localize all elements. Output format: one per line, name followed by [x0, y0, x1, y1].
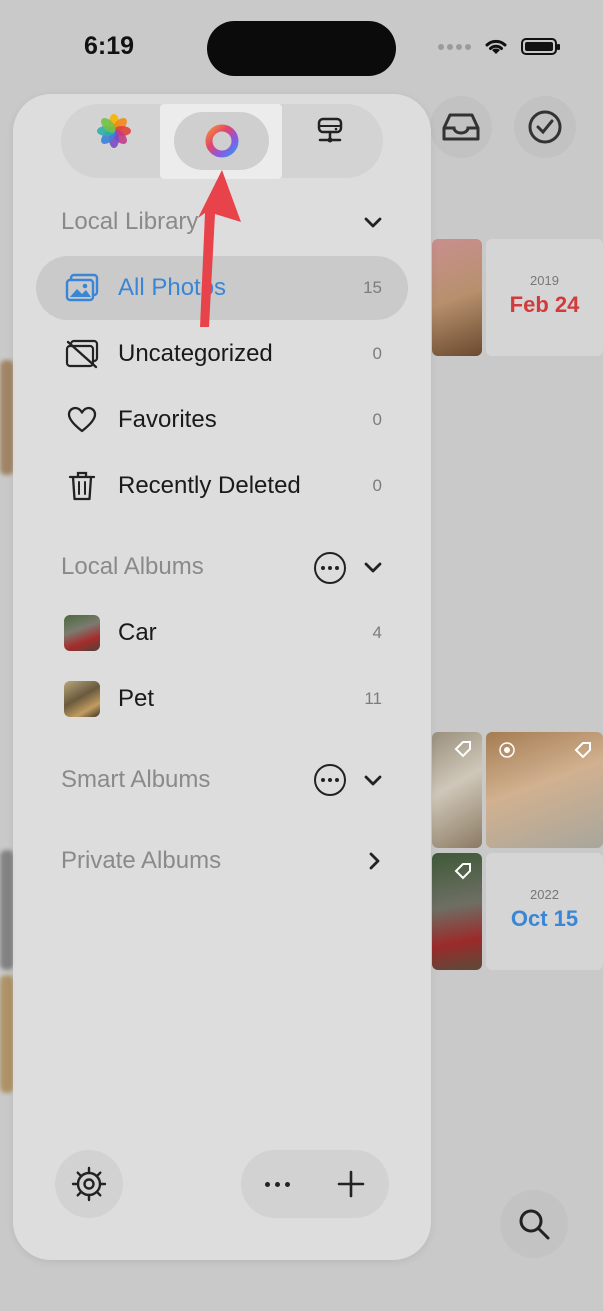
sidebar-panel: Local Library All Photos 15 Uncategorize…: [13, 94, 431, 1260]
smart-albums-more-button[interactable]: [314, 764, 346, 796]
settings-button[interactable]: [55, 1150, 123, 1218]
status-icons: [435, 36, 560, 56]
gear-icon: [71, 1166, 107, 1202]
tag-icon: [574, 742, 591, 759]
section-private-albums[interactable]: Private Albums: [61, 847, 221, 875]
battery-icon: [521, 37, 560, 55]
dot: [264, 1181, 270, 1187]
photo-thumbnail[interactable]: [432, 732, 482, 848]
photo-thumbnail[interactable]: [486, 732, 603, 848]
sidebar-item-label: All Photos: [118, 274, 227, 301]
section-smart-albums[interactable]: Smart Albums: [61, 766, 210, 794]
item-count: 0: [372, 476, 382, 495]
plus-icon: [337, 1170, 365, 1198]
background-photo: [0, 850, 14, 970]
date-card[interactable]: 2022 Oct 15: [486, 853, 603, 970]
sidebar-item-label: Recently Deleted: [118, 472, 301, 499]
album-thumbnail: [64, 681, 100, 717]
add-button[interactable]: [335, 1168, 367, 1200]
bottom-actions-pill: [241, 1150, 389, 1218]
checkmark-circle-icon: [528, 110, 562, 144]
photo-thumbnail[interactable]: [432, 853, 482, 970]
date-year: 2019: [530, 273, 559, 288]
tab-photos-library[interactable]: [91, 94, 137, 168]
photo-thumbnail[interactable]: [432, 239, 482, 356]
sidebar-item-recently-deleted[interactable]: Recently Deleted 0: [36, 454, 408, 518]
signal-dots-icon: [435, 37, 471, 55]
heart-icon: [64, 402, 100, 438]
chevron-down-icon[interactable]: [362, 557, 384, 579]
chevron-right-icon[interactable]: [364, 850, 386, 872]
date-day: Oct 15: [510, 906, 579, 931]
tab-network-drive[interactable]: [305, 94, 355, 168]
colorful-ring-icon: [205, 124, 238, 158]
status-time: 6:19: [84, 32, 135, 60]
photos-icon: [64, 270, 100, 306]
date-card[interactable]: 2019 Feb 24: [486, 239, 603, 356]
search-icon: [519, 1209, 550, 1240]
photos-app-icon: [97, 114, 131, 148]
item-count: 15: [363, 278, 382, 297]
network-drive-icon: [317, 117, 343, 143]
local-albums-more-button[interactable]: [314, 552, 346, 584]
dot: [284, 1181, 290, 1187]
album-thumbnail: [64, 615, 100, 651]
album-item-pet[interactable]: Pet 11: [36, 667, 408, 731]
sidebar-item-label: Favorites: [118, 406, 217, 433]
section-local-albums[interactable]: Local Albums: [61, 553, 204, 581]
section-local-library[interactable]: Local Library: [61, 208, 198, 236]
item-count: 4: [372, 623, 382, 642]
sidebar-item-label: Uncategorized: [118, 340, 273, 367]
item-count: 0: [372, 344, 382, 363]
select-button[interactable]: [514, 96, 576, 158]
dot: [274, 1181, 280, 1187]
trash-icon: [64, 468, 100, 504]
live-photo-icon: [499, 742, 515, 758]
search-button[interactable]: [500, 1190, 568, 1258]
sidebar-item-all-photos[interactable]: All Photos 15: [36, 256, 408, 320]
sidebar-item-uncategorized[interactable]: Uncategorized 0: [36, 322, 408, 386]
inbox-icon: [442, 113, 480, 141]
uncategorized-icon: [64, 336, 100, 372]
album-item-car[interactable]: Car 4: [36, 601, 408, 665]
item-count: 0: [372, 410, 382, 429]
album-label: Car: [118, 619, 157, 646]
date-day: Feb 24: [509, 292, 580, 317]
wifi-icon: [485, 39, 507, 54]
background-photo: [0, 975, 14, 1093]
tag-icon: [454, 863, 471, 880]
album-label: Pet: [118, 685, 155, 712]
chevron-down-icon[interactable]: [362, 212, 384, 234]
background-photo: [0, 360, 14, 475]
chevron-down-icon[interactable]: [362, 770, 384, 792]
tab-app-library[interactable]: [174, 112, 269, 170]
dynamic-island: [207, 21, 396, 76]
tag-icon: [454, 741, 471, 758]
date-year: 2022: [530, 887, 559, 902]
more-options-button[interactable]: [259, 1170, 295, 1198]
sidebar-item-favorites[interactable]: Favorites 0: [36, 388, 408, 452]
inbox-button[interactable]: [430, 96, 492, 158]
item-count: 11: [364, 689, 382, 708]
